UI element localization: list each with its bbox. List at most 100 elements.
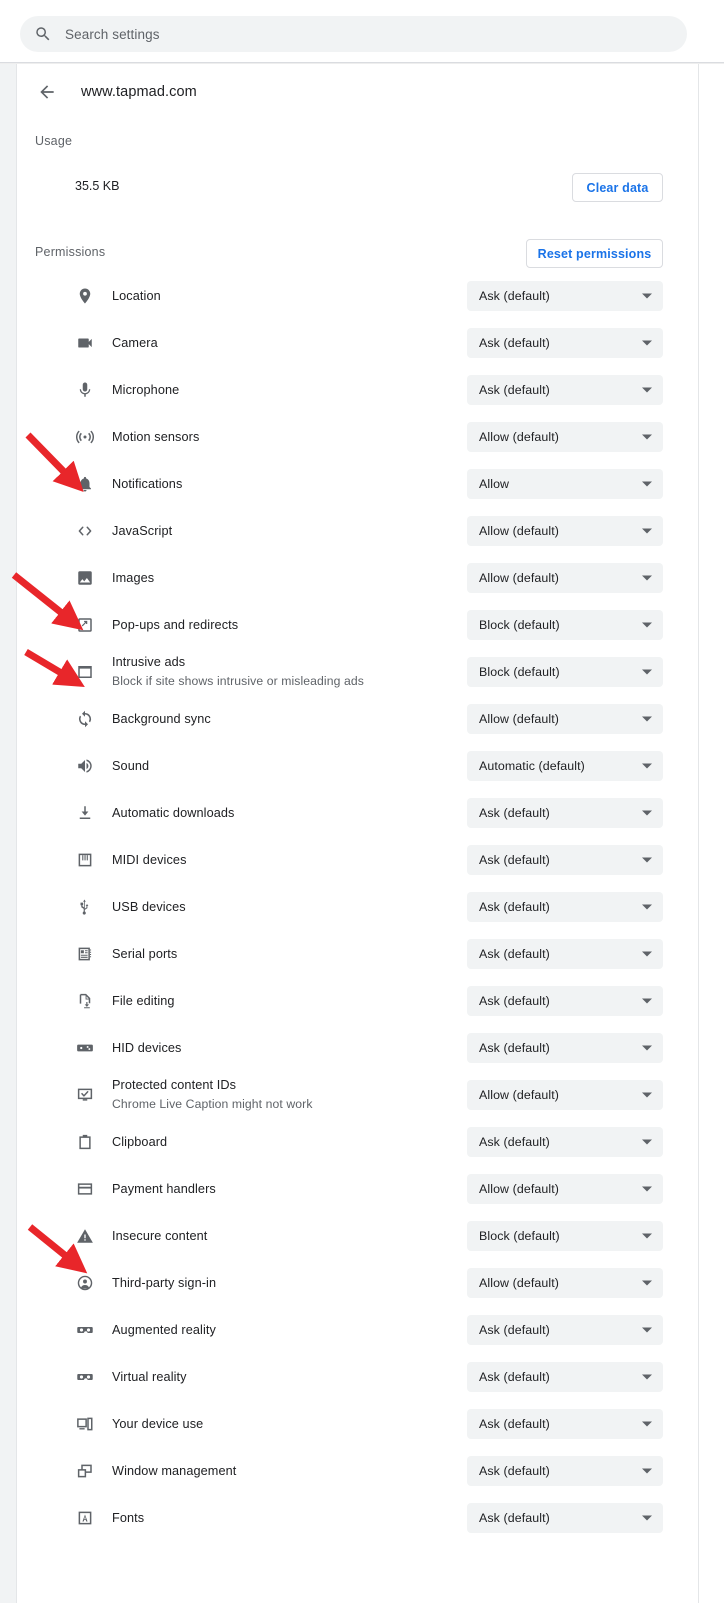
permission-select-value: Block (default) [479, 1228, 560, 1243]
permission-text: Fonts [112, 1510, 144, 1526]
permission-select[interactable]: Ask (default) [467, 1314, 663, 1345]
permission-select-value: Allow (default) [479, 570, 560, 585]
permission-select[interactable]: Ask (default) [467, 938, 663, 969]
search-input[interactable]: Search settings [20, 16, 687, 52]
chevron-down-icon [642, 1092, 652, 1097]
permission-sublabel: Chrome Live Caption might not work [112, 1096, 313, 1111]
permission-label: Serial ports [112, 946, 178, 961]
chevron-down-icon [642, 293, 652, 298]
permission-select[interactable]: Ask (default) [467, 844, 663, 875]
permission-select[interactable]: Allow (default) [467, 515, 663, 546]
permission-row: Clipboard Ask (default) [0, 1118, 683, 1165]
permission-label: Payment handlers [112, 1181, 216, 1196]
permission-select[interactable]: Allow (default) [467, 1173, 663, 1204]
microphone-icon [76, 381, 94, 399]
permission-text: Virtual reality [112, 1369, 187, 1385]
page-title: www.tapmad.com [81, 84, 197, 100]
image-icon [76, 569, 94, 587]
permission-select[interactable]: Ask (default) [467, 1502, 663, 1533]
camera-icon [76, 334, 94, 352]
chevron-down-icon [642, 810, 652, 815]
permission-text: Sound [112, 758, 149, 774]
permission-row: Virtual reality Ask (default) [0, 1353, 683, 1400]
permission-label: JavaScript [112, 523, 173, 538]
permission-select-value: Ask (default) [479, 899, 550, 914]
bell-icon [76, 475, 94, 493]
permission-select-value: Ask (default) [479, 1463, 550, 1478]
permissions-section-label: Permissions [35, 245, 106, 259]
permission-select-value: Ask (default) [479, 1134, 550, 1149]
permission-select[interactable]: Allow (default) [467, 703, 663, 734]
chevron-down-icon [642, 669, 652, 674]
permission-select-value: Ask (default) [479, 805, 550, 820]
permission-select[interactable]: Ask (default) [467, 280, 663, 311]
settings-topbar: Search settings [0, 0, 724, 62]
site-header: www.tapmad.com [16, 64, 699, 120]
chevron-down-icon [642, 1186, 652, 1191]
permissions-list: Location Ask (default) Camera Ask (default)… [0, 272, 683, 1541]
permission-text: Intrusive ads Block if site shows intrusi… [112, 654, 364, 690]
permission-select[interactable]: Allow (default) [467, 1079, 663, 1110]
permission-select[interactable]: Block (default) [467, 1220, 663, 1251]
permission-label: USB devices [112, 899, 186, 914]
chevron-down-icon [642, 951, 652, 956]
permission-select-value: Ask (default) [479, 1416, 550, 1431]
permission-text: Clipboard [112, 1134, 167, 1150]
permission-select[interactable]: Ask (default) [467, 891, 663, 922]
permission-text: Your device use [112, 1416, 203, 1432]
permission-select[interactable]: Ask (default) [467, 1361, 663, 1392]
permission-select[interactable]: Block (default) [467, 609, 663, 640]
permission-select[interactable]: Allow (default) [467, 1267, 663, 1298]
popup-redirect-icon [76, 616, 94, 634]
permission-select[interactable]: Ask (default) [467, 327, 663, 358]
serial-port-icon [76, 945, 94, 963]
permission-row: File editing Ask (default) [0, 977, 683, 1024]
permission-label: Augmented reality [112, 1322, 216, 1337]
permission-row: Payment handlers Allow (default) [0, 1165, 683, 1212]
vr-goggles-icon [76, 1368, 94, 1386]
chevron-down-icon [642, 622, 652, 627]
permission-select-value: Ask (default) [479, 288, 550, 303]
file-edit-icon [76, 992, 94, 1010]
permission-label: Background sync [112, 711, 211, 726]
permission-text: MIDI devices [112, 852, 187, 868]
permission-select[interactable]: Ask (default) [467, 797, 663, 828]
protected-content-icon [76, 1086, 94, 1104]
location-pin-icon [76, 287, 94, 305]
permission-text: Location [112, 288, 161, 304]
permission-row: Sound Automatic (default) [0, 742, 683, 789]
permission-select[interactable]: Ask (default) [467, 1126, 663, 1157]
permission-row: Your device use Ask (default) [0, 1400, 683, 1447]
permission-select[interactable]: Automatic (default) [467, 750, 663, 781]
permission-text: Window management [112, 1463, 236, 1479]
permission-select[interactable]: Ask (default) [467, 374, 663, 405]
permission-select[interactable]: Ask (default) [467, 1455, 663, 1486]
permission-row: USB devices Ask (default) [0, 883, 683, 930]
permission-text: Insecure content [112, 1228, 207, 1244]
usage-value: 35.5 KB [75, 179, 120, 193]
permission-select-value: Ask (default) [479, 1322, 550, 1337]
permission-select-value: Allow (default) [479, 711, 560, 726]
permission-row: Fonts Ask (default) [0, 1494, 683, 1541]
permission-select[interactable]: Allow (default) [467, 562, 663, 593]
chevron-down-icon [642, 1515, 652, 1520]
permission-row: MIDI devices Ask (default) [0, 836, 683, 883]
chevron-down-icon [642, 1327, 652, 1332]
permission-select[interactable]: Allow [467, 468, 663, 499]
permission-label: Notifications [112, 476, 183, 491]
chevron-down-icon [642, 1139, 652, 1144]
permission-select-value: Ask (default) [479, 852, 550, 867]
permission-text: Notifications [112, 476, 182, 492]
clear-data-button[interactable]: Clear data [572, 173, 663, 202]
permission-text: Payment handlers [112, 1181, 216, 1197]
reset-permissions-button[interactable]: Reset permissions [526, 239, 663, 268]
permission-select[interactable]: Ask (default) [467, 985, 663, 1016]
permission-select[interactable]: Ask (default) [467, 1032, 663, 1063]
midi-piano-icon [76, 851, 94, 869]
permission-select[interactable]: Block (default) [467, 656, 663, 687]
permission-label: Window management [112, 1463, 237, 1478]
permission-text: Background sync [112, 711, 211, 727]
permission-select[interactable]: Ask (default) [467, 1408, 663, 1439]
back-arrow-icon[interactable] [34, 79, 60, 105]
permission-select[interactable]: Allow (default) [467, 421, 663, 452]
